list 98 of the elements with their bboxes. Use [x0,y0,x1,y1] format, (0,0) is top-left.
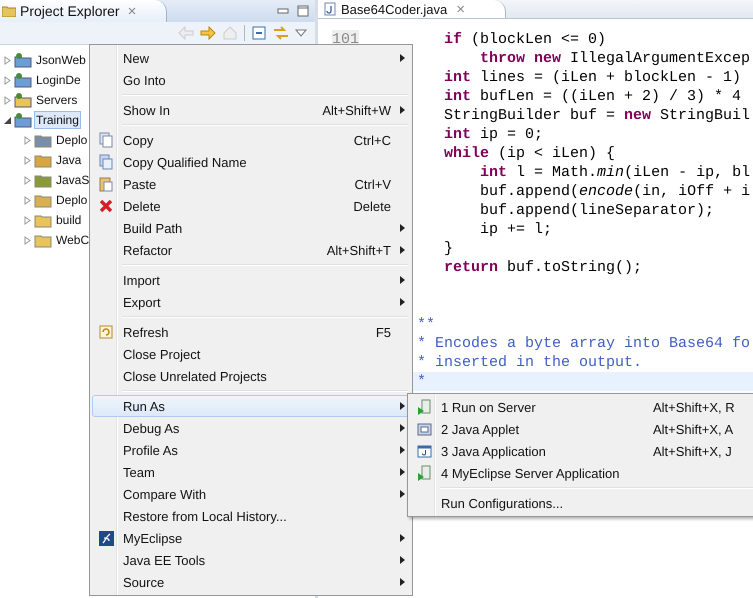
expander-icon[interactable] [3,116,12,124]
file-name: Base64Coder.java [341,2,448,16]
maximize-icon[interactable] [297,5,309,17]
menu-item[interactable]: Team [92,461,410,483]
tree-item[interactable]: Deplo [54,131,90,149]
submenu-arrow-icon [400,276,404,284]
menu-item[interactable]: Copy Qualified Name [92,151,410,173]
menu-item[interactable]: Restore from Local History... [92,505,410,527]
code-line: int l = Math.min(iLen - ip, bl [480,163,750,182]
menu-item[interactable]: Run As [92,395,410,417]
code-line: StringBuilder buf = new StringBuil [444,106,750,125]
clipboard-icon [99,176,113,192]
tree-item[interactable]: Deplo [54,191,90,209]
copy-icon [99,154,113,170]
submenu-arrow-icon [400,556,404,564]
tree-item[interactable]: JsonWeb [34,51,88,69]
menu-item[interactable]: Build Path [92,217,410,239]
view-tab[interactable]: Project Explorer × [0,0,168,22]
menu-item[interactable]: MyEclipse [92,527,410,549]
tree-item[interactable]: LoginDe [34,71,83,89]
submenu-arrow-icon [400,298,404,306]
home-icon[interactable] [222,26,238,40]
dropdown-icon[interactable] [295,28,307,38]
menu-item[interactable]: Refresh F5 [92,321,410,343]
submenu-arrow-icon [400,578,404,586]
comment-line: * Encodes a byte array into Base64 fo [417,334,750,353]
menu-item[interactable]: Profile As [92,439,410,461]
menu-item[interactable]: 1 Run on Server Alt+Shift+X, R [410,396,753,418]
code-line: int ip = 0; [444,125,544,144]
collapse-all-icon[interactable] [251,25,267,41]
folder-icon [2,5,16,17]
code-line: while (ip < iLen) { [444,144,616,163]
submenu-arrow-icon [400,534,404,542]
tree-item[interactable]: JavaS [54,171,92,189]
submenu-arrow-icon [400,468,404,476]
editor-tab[interactable]: Base64Coder.java × [318,0,506,18]
myeclipse-icon [98,530,114,546]
window-icon [416,444,432,458]
menu-item[interactable]: Close Project [92,343,410,365]
refresh-icon [99,325,113,339]
run-server-icon [417,399,431,415]
project-folder-icon [14,92,32,108]
project-folder-icon [14,112,32,128]
submenu-arrow-icon [400,54,404,62]
menu-item[interactable]: Show In Alt+Shift+W [92,99,410,121]
tree-item[interactable]: Java [54,151,84,169]
submenu-arrow-icon [400,490,404,498]
submenu-arrow-icon [400,224,404,232]
submenu-arrow-icon [400,246,404,254]
code-line: if (blockLen <= 0) [444,30,606,49]
code-line: } [444,239,454,258]
menu-item[interactable]: Refactor Alt+Shift+T [92,239,410,261]
menu-item[interactable]: New [92,47,410,69]
menu-item[interactable]: Go Into [92,69,410,91]
menu-item[interactable]: Export [92,291,410,313]
code-line: buf.append(lineSeparator); [480,201,714,220]
menu-item[interactable]: 4 MyEclipse Server Application [410,462,753,484]
submenu-arrow-icon [400,424,404,432]
run-server-icon [417,465,431,481]
copy-icon [99,132,113,148]
menu-item[interactable]: Paste Ctrl+V [92,173,410,195]
applet-icon [416,422,432,436]
menu-item[interactable]: Delete Delete [92,195,410,217]
delete-icon [99,199,113,213]
comment-line: ** [417,315,436,334]
tree-item[interactable]: Servers [34,91,80,109]
menu-item[interactable]: Debug As [92,417,410,439]
menu-item[interactable]: Close Unrelated Projects [92,365,410,387]
java-file-icon [324,2,336,16]
menu-item[interactable]: Source [92,571,410,593]
tree-item[interactable]: build [54,211,84,229]
menu-item[interactable]: Import [92,269,410,291]
back-arrow-icon[interactable] [178,26,194,40]
code-line: return buf.toString(); [444,258,642,277]
menu-item[interactable]: Copy Ctrl+C [92,129,410,151]
submenu-arrow-icon [400,446,404,454]
submenu-arrow-icon [400,402,404,410]
code-line: int bufLen = ((iLen + 2) / 3) * 4 [444,87,742,106]
menu-item[interactable]: 3 Java Application Alt+Shift+X, J [410,440,753,462]
menu-item[interactable]: 2 Java Applet Alt+Shift+X, A [410,418,753,440]
tree-item[interactable]: WebC [54,231,92,249]
code-line: ip += l; [480,220,552,239]
link-arrows-icon[interactable] [273,25,289,41]
menu-item[interactable]: Compare With [92,483,410,505]
view-title: Project Explorer [20,3,120,19]
forward-arrow-icon[interactable] [200,26,216,40]
code-line: buf.append(encode(in, iOff + i [480,182,750,201]
menu-item[interactable]: Run Configurations... [410,492,753,514]
project-folder-icon [14,52,32,68]
menu-item[interactable]: Java EE Tools [92,549,410,571]
close-button[interactable]: × [456,0,466,18]
code-line: throw new IllegalArgumentExcep [480,49,750,68]
code-line: int lines = (iLen + blockLen - 1) [444,68,742,87]
comment-line: * inserted in the output. [417,353,642,372]
tree-item[interactable]: Training [34,111,81,129]
submenu-arrow-icon [400,106,404,114]
comment-line: * [417,372,426,391]
project-folder-icon [14,72,32,88]
